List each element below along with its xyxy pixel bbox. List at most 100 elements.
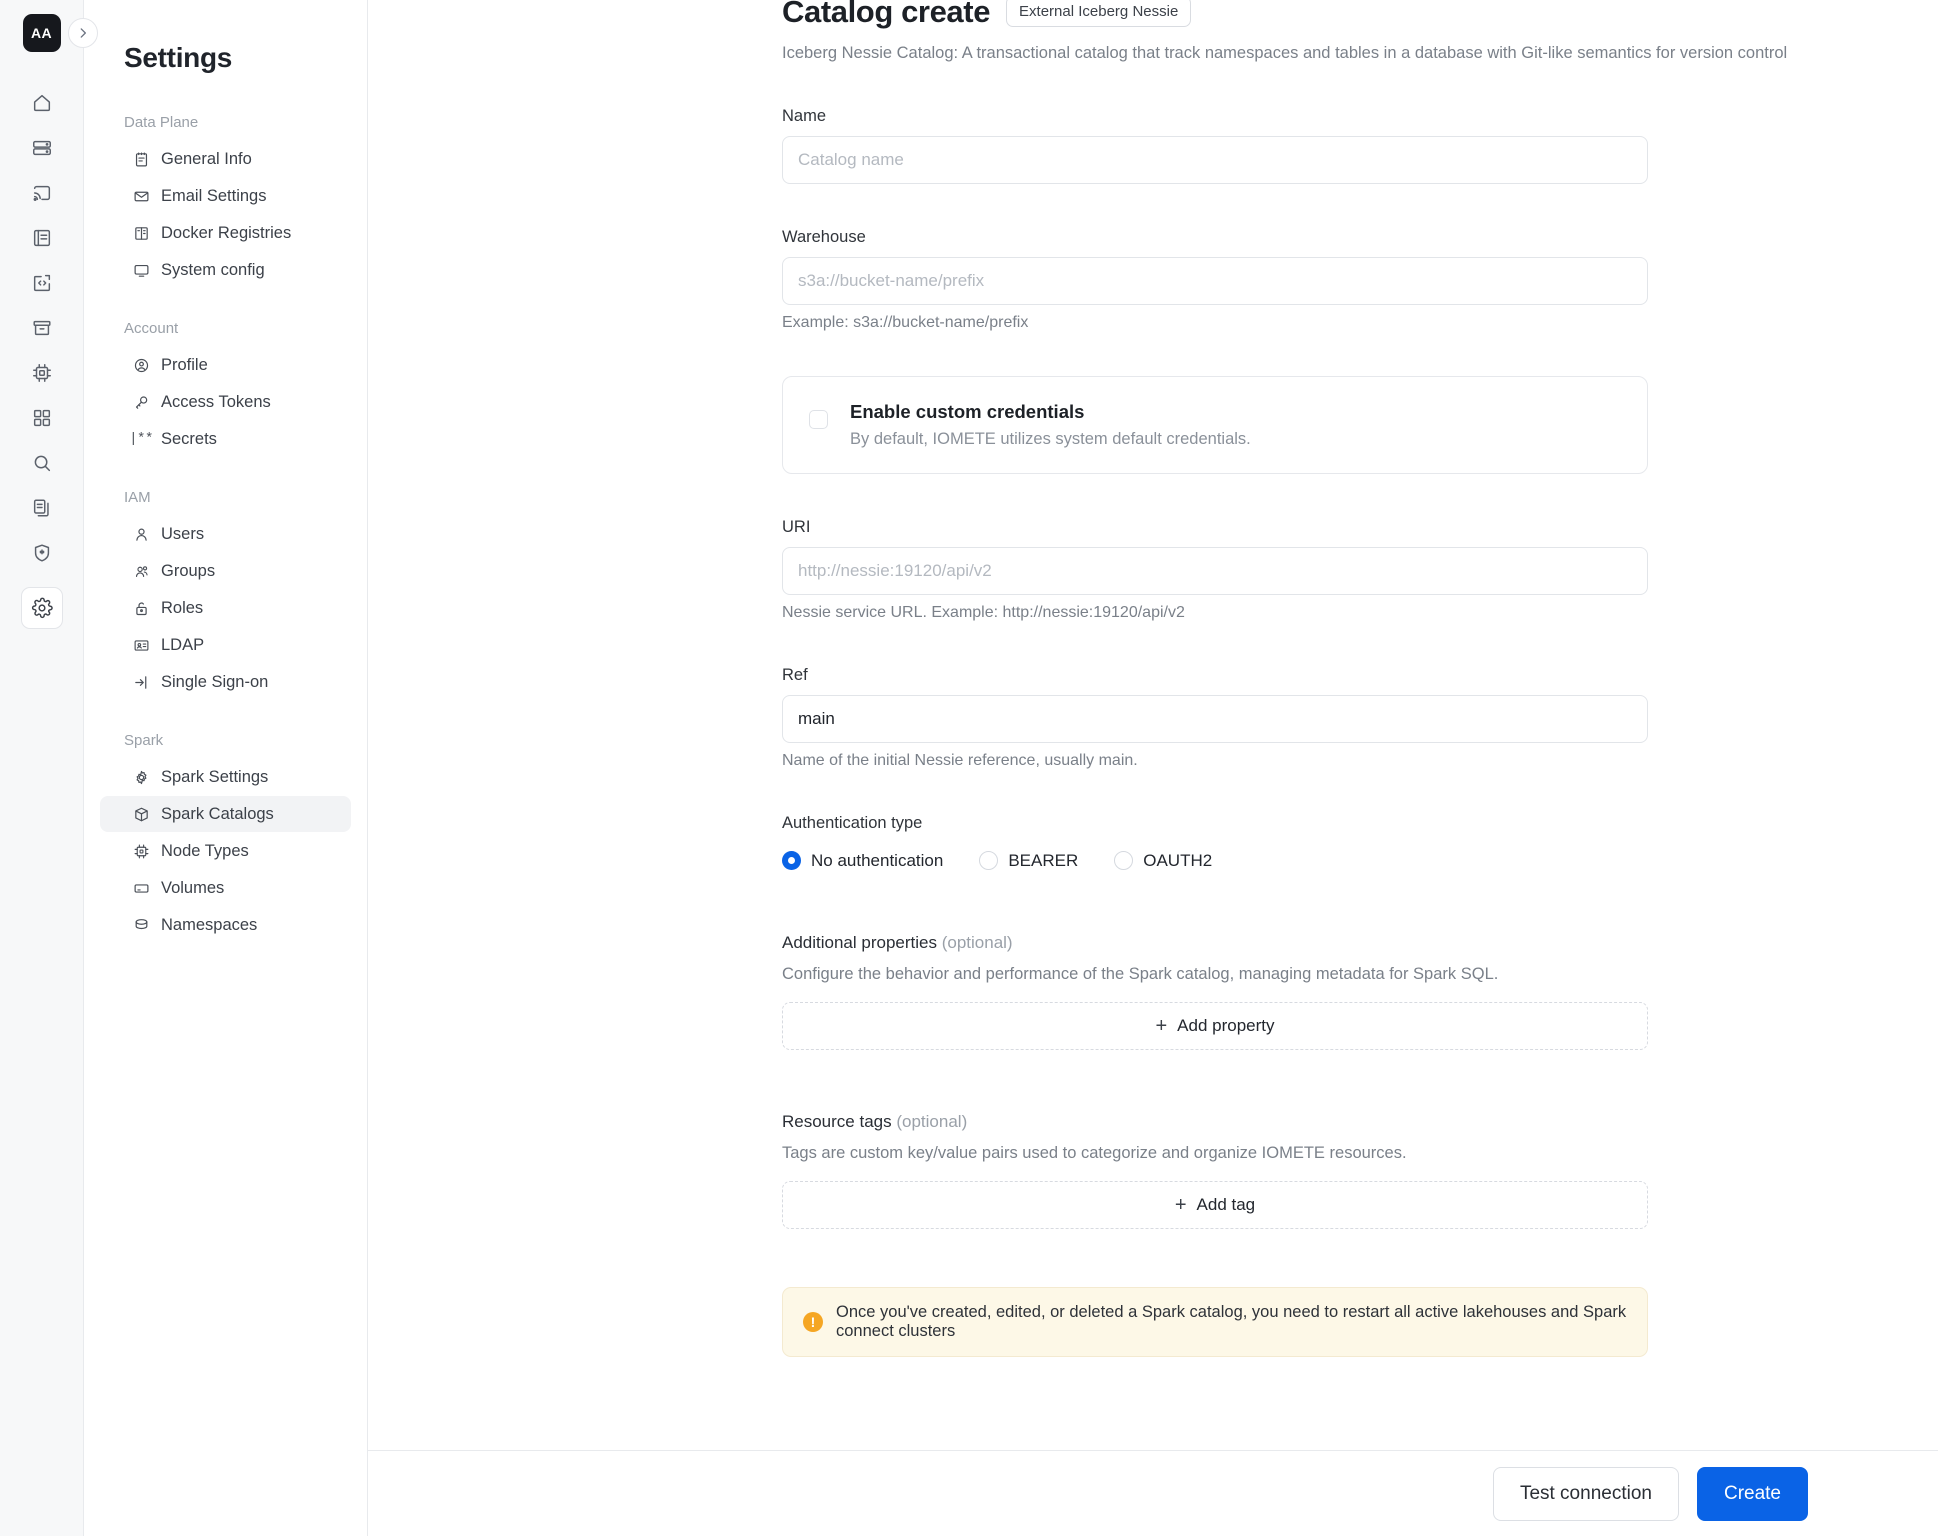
test-connection-button[interactable]: Test connection <box>1492 1466 1679 1521</box>
sidebar-item-label: Volumes <box>161 878 225 897</box>
sidebar-item-label: Access Tokens <box>161 392 271 411</box>
custom-credentials-title: Enable custom credentials <box>850 400 1085 422</box>
name-input[interactable] <box>782 135 1648 184</box>
add-tag-label: Add tag <box>1196 1194 1256 1214</box>
name-label: Name <box>782 106 827 125</box>
sidebar-item-label: General Info <box>161 149 252 168</box>
sidebar-item-namespaces[interactable]: Namespaces <box>100 907 351 943</box>
restart-warning-text: Once you've created, edited, or deleted … <box>836 1302 1627 1340</box>
chevron-right-icon[interactable] <box>68 18 98 48</box>
sidebar-item-general-info[interactable]: General Info <box>100 141 351 177</box>
archive-icon[interactable] <box>21 307 63 349</box>
sidebar-item-single-sign-on[interactable]: Single Sign-on <box>100 664 351 700</box>
catalog-type-badge: External Iceberg Nessie <box>1006 0 1192 28</box>
sidebar-item-label: Roles <box>161 598 204 617</box>
plus-icon: + <box>1155 1014 1168 1037</box>
restart-warning-banner: ! Once you've created, edited, or delete… <box>782 1286 1648 1357</box>
search-icon[interactable] <box>21 442 63 484</box>
cube-icon <box>132 805 150 823</box>
database-icon[interactable] <box>21 127 63 169</box>
sidebar-item-label: Single Sign-on <box>161 672 269 691</box>
user-circle-icon <box>132 356 150 374</box>
radio-bearer[interactable]: BEARER <box>979 851 1078 871</box>
resource-tags-label: Resource tags <box>782 1111 892 1131</box>
db-icon <box>132 916 150 934</box>
volume-icon <box>132 879 150 897</box>
warehouse-label: Warehouse <box>782 227 866 246</box>
radio-indicator[interactable] <box>1114 851 1134 871</box>
home-icon[interactable] <box>21 82 63 124</box>
note-icon <box>132 150 150 168</box>
page-header: Catalog create External Iceberg Nessie <box>368 0 1938 30</box>
chip-icon[interactable] <box>21 352 63 394</box>
warehouse-input[interactable] <box>782 256 1648 305</box>
sidebar-item-secrets[interactable]: |** Secrets <box>100 421 351 457</box>
sidebar-item-node-types[interactable]: Node Types <box>100 833 351 869</box>
sidebar-item-docker-registries[interactable]: Docker Registries <box>100 215 351 251</box>
code-icon[interactable] <box>21 262 63 304</box>
ref-input[interactable] <box>782 694 1648 743</box>
sidebar-item-label: Users <box>161 524 205 543</box>
sidebar-item-ldap[interactable]: LDAP <box>100 627 351 663</box>
sidebar-item-label: Namespaces <box>161 915 258 934</box>
field-uri: URI Nessie service URL. Example: http://… <box>782 518 1648 622</box>
sidebar-item-label: Docker Registries <box>161 223 292 242</box>
sidebar-item-label: System config <box>161 260 265 279</box>
notebook-icon[interactable] <box>21 217 63 259</box>
uri-input[interactable] <box>782 546 1648 595</box>
field-authentication-type: Authentication type No authentication BE… <box>782 814 1648 871</box>
secrets-icon: |** <box>129 431 153 447</box>
gear-icon[interactable] <box>20 587 63 629</box>
sidebar-item-spark-settings[interactable]: Spark Settings <box>100 759 351 795</box>
documents-icon[interactable] <box>21 487 63 529</box>
resource-tags-title: Resource tags (optional) <box>782 1112 1648 1132</box>
nav-group-label-iam: IAM <box>124 489 151 506</box>
sidebar-item-email-settings[interactable]: Email Settings <box>100 178 351 214</box>
sidebar-item-profile[interactable]: Profile <box>100 347 351 383</box>
radio-indicator[interactable] <box>979 851 999 871</box>
cast-icon[interactable] <box>21 172 63 214</box>
form-footer: Test connection Create <box>368 1450 1938 1536</box>
shield-star-icon[interactable] <box>21 532 63 574</box>
create-button[interactable]: Create <box>1696 1466 1808 1521</box>
sidebar-item-access-tokens[interactable]: Access Tokens <box>100 384 351 420</box>
icon-rail: AA <box>0 0 98 1536</box>
radio-label: No authentication <box>811 850 944 870</box>
auth-type-radio-group: No authentication BEARER OAUTH2 <box>782 851 1648 871</box>
uri-label: URI <box>782 517 811 536</box>
monitor-icon <box>132 261 150 279</box>
catalog-create-title: Catalog create <box>782 0 991 29</box>
sidebar-item-groups[interactable]: Groups <box>100 553 351 589</box>
add-tag-button[interactable]: + Add tag <box>782 1180 1648 1229</box>
grid-icon[interactable] <box>21 397 63 439</box>
sidebar-item-users[interactable]: Users <box>100 516 351 552</box>
ref-help: Name of the initial Nessie reference, us… <box>782 751 1138 769</box>
chip-icon <box>132 842 150 860</box>
sidebar-item-system-config[interactable]: System config <box>100 252 351 288</box>
avatar[interactable]: AA <box>22 14 61 52</box>
additional-properties-title: Additional properties (optional) <box>782 933 1648 953</box>
radio-no-authentication[interactable]: No authentication <box>782 851 943 871</box>
enable-custom-credentials-checkbox[interactable] <box>809 409 828 429</box>
add-property-button[interactable]: + Add property <box>782 1001 1648 1050</box>
page-description: Iceberg Nessie Catalog: A transactional … <box>782 43 1788 62</box>
sidebar-item-spark-catalogs[interactable]: Spark Catalogs <box>100 796 351 832</box>
additional-properties-optional: (optional) <box>941 932 1013 952</box>
radio-label: OAUTH2 <box>1143 850 1213 870</box>
warehouse-help: Example: s3a://bucket-name/prefix <box>782 313 1029 331</box>
additional-properties-label: Additional properties <box>782 932 937 952</box>
custom-credentials-box[interactable]: Enable custom credentials By default, IO… <box>782 375 1648 474</box>
radio-oauth2[interactable]: OAUTH2 <box>1114 851 1212 871</box>
app-root: AA Settings Data Plane General Info Emai… <box>0 0 1938 1536</box>
warning-icon: ! <box>803 1311 823 1332</box>
envelope-icon <box>132 187 150 205</box>
additional-properties-description: Configure the behavior and performance o… <box>782 964 1499 983</box>
radio-indicator[interactable] <box>782 851 801 871</box>
sidebar-item-label: Spark Settings <box>161 767 269 786</box>
uri-help: Nessie service URL. Example: http://ness… <box>782 603 1185 621</box>
resource-tags-description: Tags are custom key/value pairs used to … <box>782 1143 1407 1162</box>
sidebar-item-roles[interactable]: Roles <box>100 590 351 626</box>
sidebar-item-volumes[interactable]: Volumes <box>100 870 351 906</box>
field-warehouse: Warehouse Example: s3a://bucket-name/pre… <box>782 228 1648 332</box>
section-additional-properties: Additional properties (optional) Configu… <box>782 933 1648 1050</box>
